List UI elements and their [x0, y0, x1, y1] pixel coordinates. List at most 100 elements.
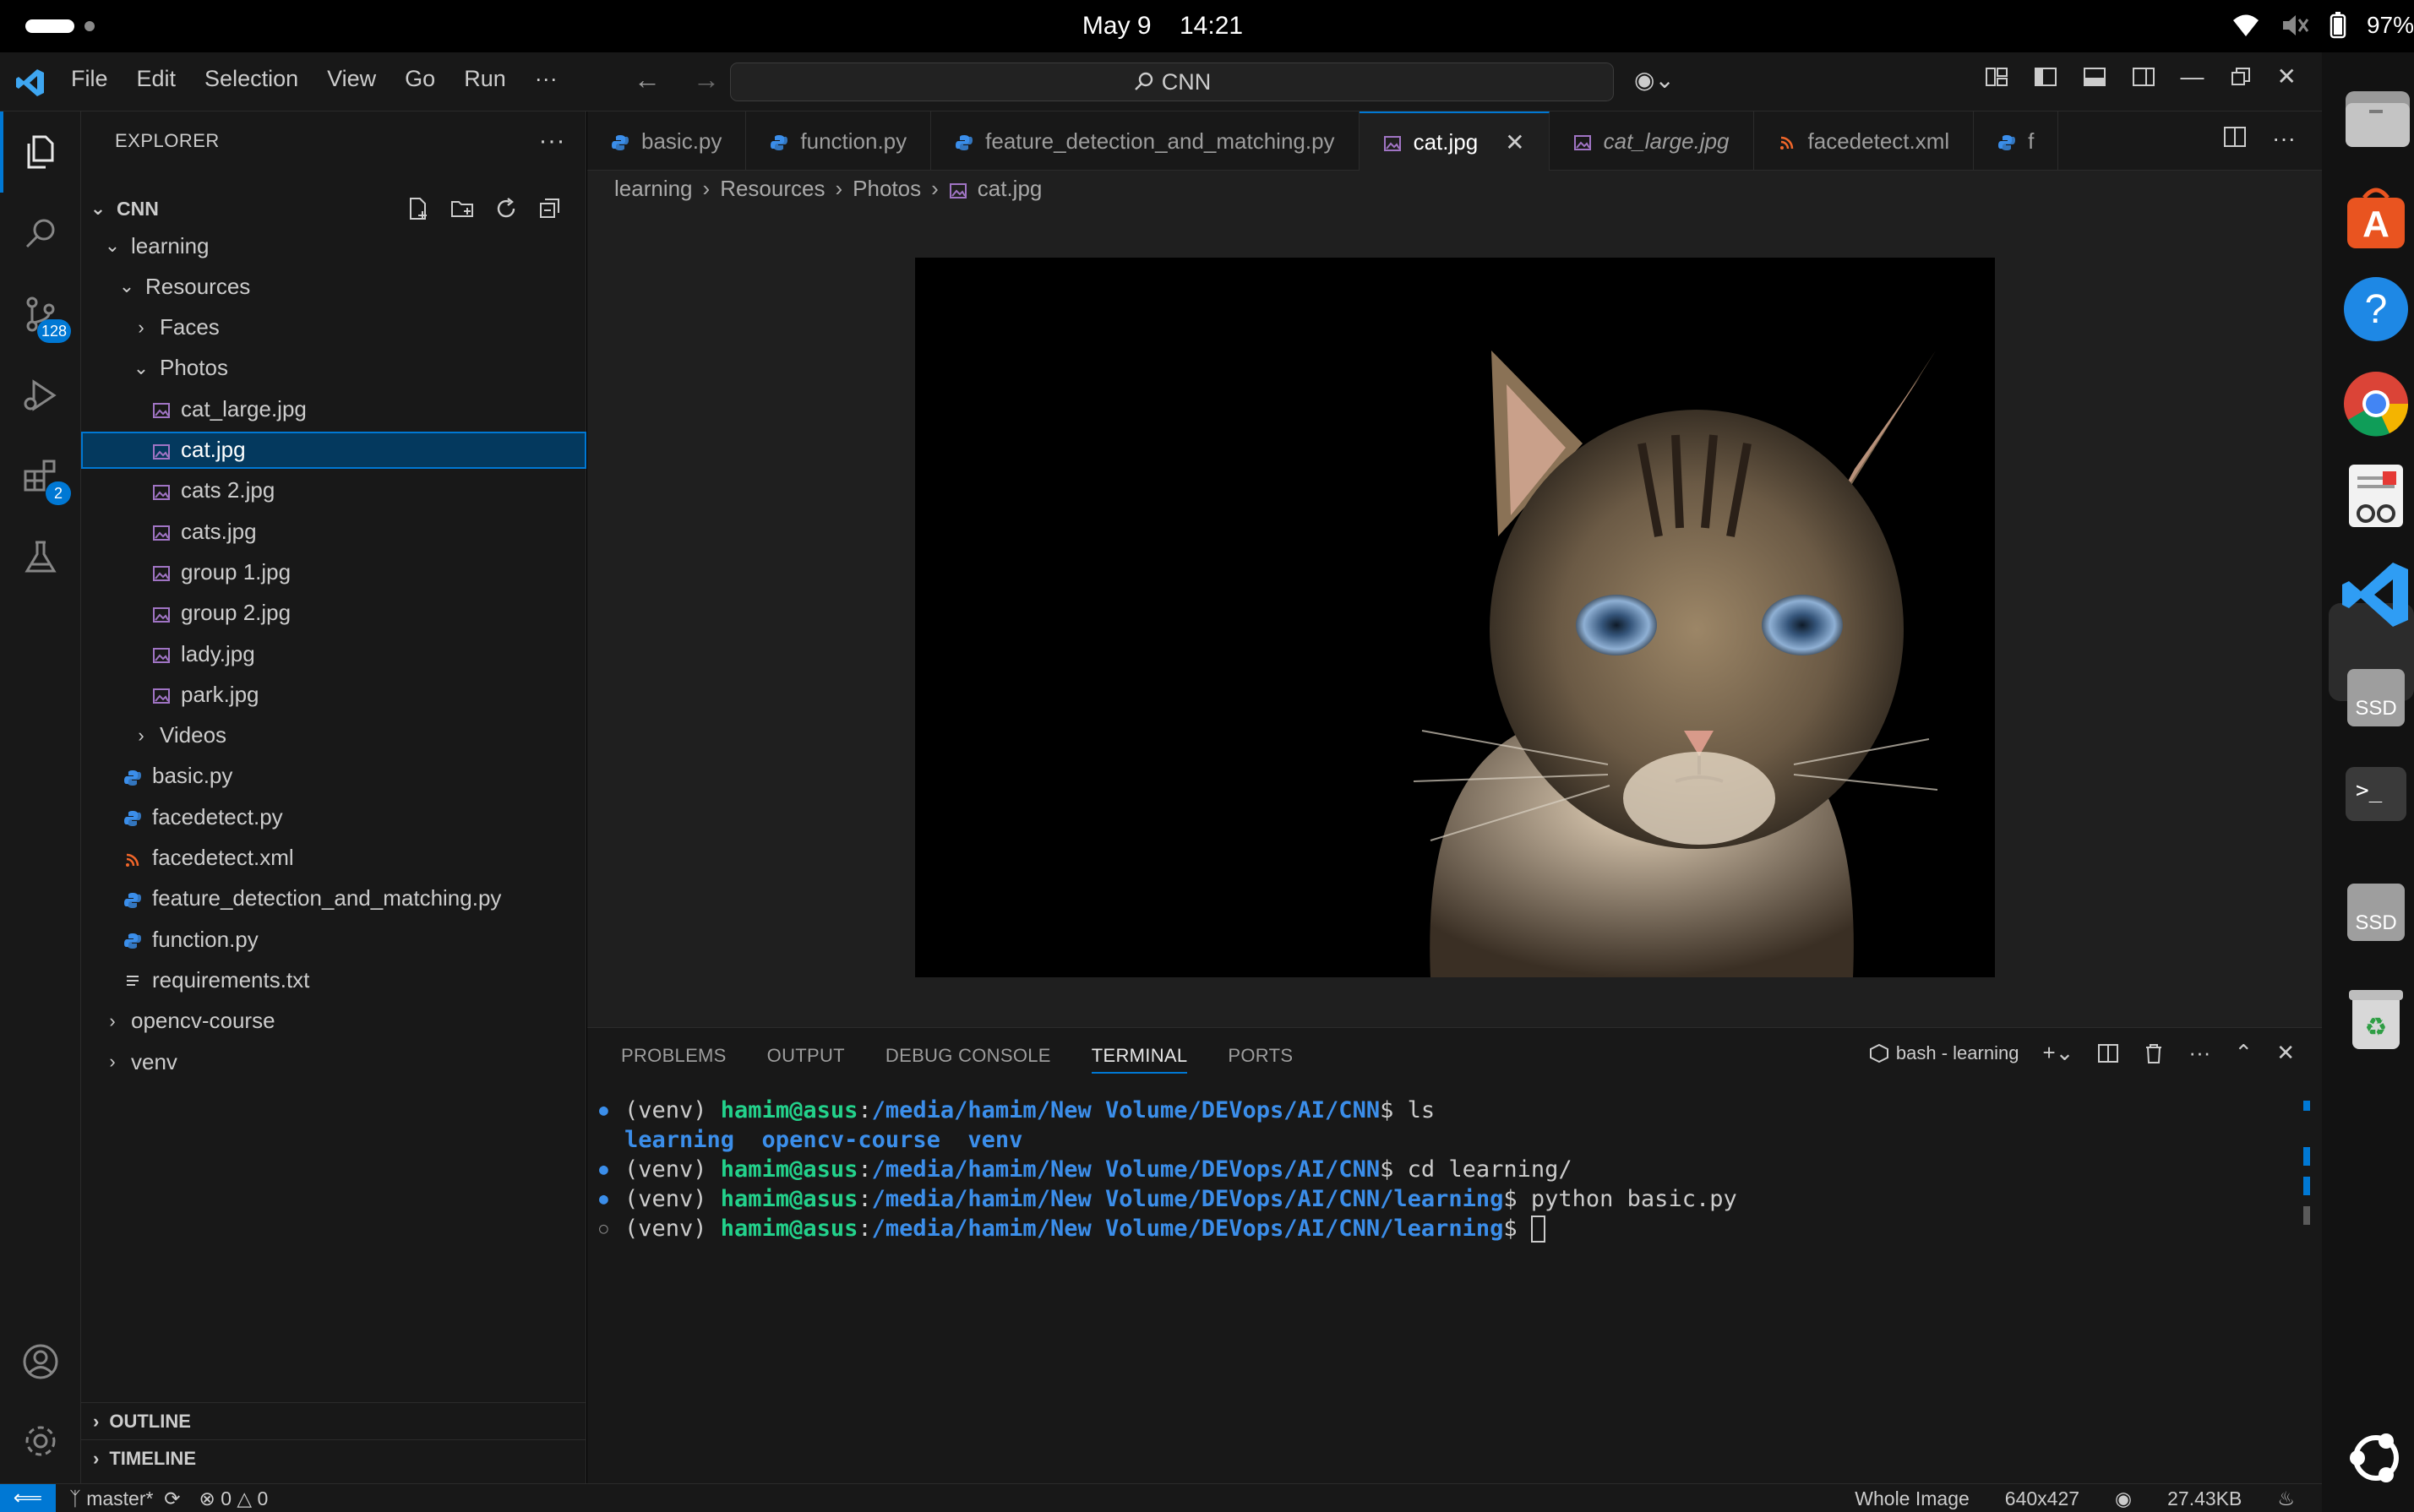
tree-item[interactable]: facedetect.py: [81, 798, 586, 835]
refresh-icon[interactable]: [493, 196, 519, 221]
close-window-icon[interactable]: ✕: [2277, 63, 2297, 90]
panel-tab-terminal[interactable]: TERMINAL: [1091, 1045, 1188, 1074]
tree-item[interactable]: requirements.txt: [81, 961, 586, 998]
tree-item[interactable]: feature_detection_and_matching.py: [81, 880, 586, 917]
tree-item[interactable]: › Faces: [81, 309, 586, 346]
editor-tab[interactable]: facedetect.xml: [1754, 111, 1975, 171]
trash-app-icon[interactable]: ♻: [2339, 980, 2413, 1054]
testing-activity[interactable]: [0, 517, 81, 598]
show-apps-icon[interactable]: [2339, 1421, 2413, 1495]
menu-file[interactable]: File: [71, 66, 108, 92]
image-zoom-mode[interactable]: Whole Image: [1855, 1488, 1970, 1510]
tree-item[interactable]: lady.jpg: [81, 635, 586, 672]
editor-tab[interactable]: cat_large.jpg: [1550, 111, 1754, 171]
new-terminal-button[interactable]: +⌄: [2042, 1040, 2073, 1066]
explorer-more-button[interactable]: ···: [539, 127, 565, 155]
editor-tab[interactable]: feature_detection_and_matching.py: [931, 111, 1360, 171]
workspace-root-row[interactable]: ⌄ CNN: [81, 190, 586, 227]
tree-item[interactable]: ⌄ learning: [81, 227, 586, 264]
panel-tab-problems[interactable]: PROBLEMS: [621, 1045, 727, 1074]
tree-item[interactable]: cat_large.jpg: [81, 390, 586, 427]
terminal-instance[interactable]: bash - learning: [1869, 1042, 2019, 1064]
command-center-search[interactable]: CNN: [730, 63, 1614, 101]
tree-item[interactable]: ⌄ Photos: [81, 350, 586, 387]
system-clock[interactable]: May 9 14:21: [0, 12, 2325, 41]
menu-view[interactable]: View: [327, 66, 376, 92]
menu-more-button[interactable]: ···: [535, 66, 558, 92]
tree-item[interactable]: ⌄ Resources: [81, 268, 586, 305]
editor-tab[interactable]: cat.jpg ✕: [1359, 111, 1550, 171]
files-app-icon[interactable]: [2339, 83, 2413, 157]
vscode-app-icon[interactable]: [2339, 557, 2413, 632]
editor-more-actions-button[interactable]: ···: [2272, 125, 2296, 152]
tree-item[interactable]: facedetect.xml: [81, 840, 586, 877]
help-app-icon[interactable]: ?: [2339, 272, 2413, 346]
ssd-drive-icon-2[interactable]: SSD: [2339, 875, 2413, 949]
close-tab-icon[interactable]: ✕: [1505, 128, 1524, 156]
panel-tab-ports[interactable]: PORTS: [1228, 1045, 1293, 1074]
system-tray[interactable]: 97%: [2231, 12, 2414, 39]
ssd-drive-icon[interactable]: SSD: [2339, 661, 2413, 735]
panel-tab-debug-console[interactable]: DEBUG CONSOLE: [885, 1045, 1051, 1074]
panel-more-button[interactable]: ···: [2188, 1040, 2210, 1066]
app-center-icon[interactable]: A: [2339, 179, 2413, 253]
tree-item[interactable]: group 1.jpg: [81, 553, 586, 590]
timeline-section-header[interactable]: › TIMELINE: [81, 1439, 586, 1477]
toggle-primary-sidebar-icon[interactable]: [2034, 65, 2057, 89]
outline-section-header[interactable]: › OUTLINE: [81, 1402, 586, 1439]
toggle-secondary-sidebar-icon[interactable]: [2132, 65, 2155, 89]
search-activity[interactable]: [0, 193, 81, 274]
tree-item[interactable]: › venv: [81, 1043, 586, 1080]
notifications-bell-icon[interactable]: ♨: [2277, 1488, 2295, 1510]
copilot-icon[interactable]: ◉⌄: [1634, 66, 1675, 94]
minimize-icon[interactable]: —: [2181, 63, 2204, 90]
menu-selection[interactable]: Selection: [204, 66, 298, 92]
explorer-activity[interactable]: [0, 111, 81, 193]
tree-item[interactable]: cats.jpg: [81, 513, 586, 550]
new-folder-icon[interactable]: [450, 196, 475, 221]
extensions-activity[interactable]: 2: [0, 436, 81, 517]
menu-edit[interactable]: Edit: [137, 66, 177, 92]
branch-status[interactable]: ᛉ master* ⟳: [69, 1488, 181, 1510]
restore-icon[interactable]: [2230, 66, 2252, 88]
maximize-panel-icon[interactable]: ⌃: [2234, 1040, 2253, 1066]
close-panel-icon[interactable]: ✕: [2276, 1040, 2295, 1066]
editor-tab[interactable]: f: [1974, 111, 2059, 171]
editor-tab[interactable]: basic.py: [587, 111, 747, 171]
tree-item[interactable]: › opencv-course: [81, 1003, 586, 1040]
chrome-app-icon[interactable]: [2339, 367, 2413, 441]
panel-tab-output[interactable]: OUTPUT: [767, 1045, 845, 1074]
editor-tab[interactable]: function.py: [746, 111, 932, 171]
tree-item[interactable]: function.py: [81, 921, 586, 958]
tree-item[interactable]: park.jpg: [81, 676, 586, 713]
terminal-app-icon[interactable]: >_: [2339, 757, 2413, 831]
cat-photo-preview[interactable]: [915, 258, 1995, 977]
tree-item[interactable]: cats 2.jpg: [81, 472, 586, 509]
tree-item[interactable]: cat.jpg: [81, 431, 586, 469]
document-viewer-icon[interactable]: [2339, 458, 2413, 532]
accounts-activity[interactable]: [0, 1321, 81, 1402]
split-editor-icon[interactable]: [2223, 125, 2247, 149]
terminal-output[interactable]: ● (venv) hamim@asus:/media/hamim/New Volu…: [599, 1096, 2289, 1243]
customize-layout-icon[interactable]: [1985, 65, 2008, 89]
new-file-icon[interactable]: [406, 196, 431, 221]
breadcrumb-item[interactable]: cat.jpg: [978, 176, 1043, 202]
trash-icon[interactable]: [2143, 1042, 2165, 1064]
remote-indicator-icon[interactable]: ⟸: [0, 1484, 56, 1512]
menu-go[interactable]: Go: [405, 66, 435, 92]
go-forward-icon[interactable]: →: [693, 64, 720, 95]
manage-activity[interactable]: [0, 1401, 81, 1482]
problems-status[interactable]: ⊗ 0 △ 0: [199, 1488, 269, 1510]
split-terminal-icon[interactable]: [2097, 1042, 2119, 1064]
breadcrumb-item[interactable]: Resources: [720, 176, 825, 202]
collapse-all-icon[interactable]: [537, 196, 563, 221]
menu-run[interactable]: Run: [464, 66, 506, 92]
run-debug-activity[interactable]: [0, 355, 81, 436]
breadcrumb-item[interactable]: learning: [614, 176, 693, 202]
go-back-icon[interactable]: ←: [634, 64, 661, 95]
tree-item[interactable]: basic.py: [81, 758, 586, 795]
tree-item[interactable]: group 2.jpg: [81, 595, 586, 632]
toggle-panel-icon[interactable]: [2083, 65, 2106, 89]
copilot-status-icon[interactable]: ◉: [2115, 1488, 2132, 1510]
tree-item[interactable]: › Videos: [81, 717, 586, 754]
